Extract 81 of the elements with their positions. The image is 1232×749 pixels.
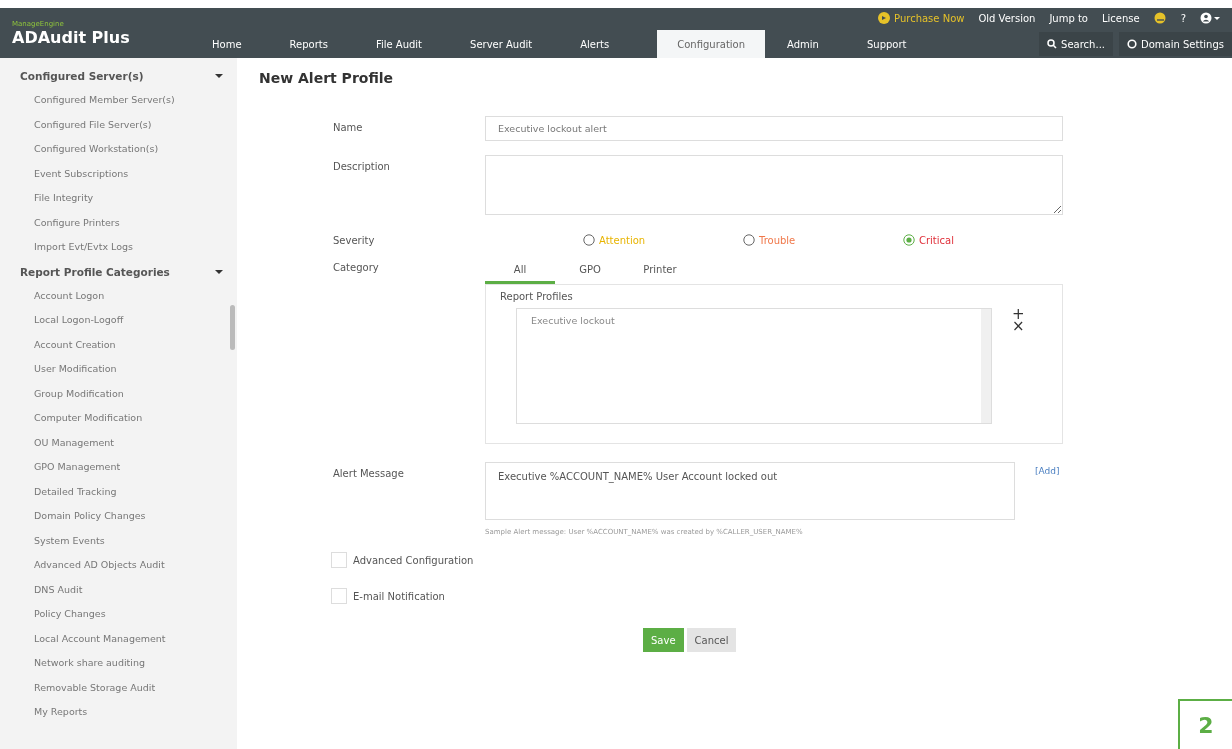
save-button[interactable]: Save [643, 628, 684, 652]
category-tab[interactable]: All [485, 256, 555, 284]
sidebar-item[interactable]: Network share auditing [0, 651, 237, 676]
sidebar-item[interactable]: Configured Workstation(s) [0, 137, 237, 162]
header-link[interactable]: License [1102, 12, 1140, 24]
sidebar-heading[interactable]: Configured Server(s) [20, 70, 144, 82]
radio-selected-icon[interactable] [903, 234, 915, 246]
add-link[interactable]: [Add] [1035, 462, 1060, 476]
category-tab[interactable]: GPO [555, 256, 625, 284]
list-item[interactable]: Executive lockout [531, 315, 615, 326]
page-title: New Alert Profile [259, 70, 395, 86]
nav-tab[interactable]: Support [866, 30, 907, 58]
sidebar-item[interactable]: My Reports [0, 700, 237, 725]
add-button[interactable]: + [1012, 308, 1025, 320]
page-number: 2 [1178, 699, 1232, 749]
purchase-link[interactable]: Purchase Now [878, 12, 965, 24]
nav-tab[interactable]: Home [212, 30, 242, 58]
category-tab[interactable]: Printer [625, 256, 695, 284]
nav-tab[interactable]: File Audit [375, 30, 423, 58]
sidebar-item[interactable]: Account Logon [0, 283, 237, 308]
checkbox-label: E-mail Notification [353, 590, 445, 602]
severity-label: Critical [919, 234, 954, 246]
sidebar-item[interactable]: Account Creation [0, 332, 237, 357]
help-link[interactable]: ? [1180, 12, 1186, 24]
nav-tab[interactable]: Alerts [580, 30, 610, 58]
sidebar-item[interactable]: Configured Member Server(s) [0, 88, 237, 113]
checkbox[interactable] [331, 552, 347, 568]
radio-icon[interactable] [583, 234, 595, 246]
sidebar-item[interactable]: GPO Management [0, 455, 237, 480]
sidebar-item[interactable]: Local Account Management [0, 626, 237, 651]
sidebar-item[interactable]: Policy Changes [0, 602, 237, 627]
sidebar-item[interactable]: Configure Printers [0, 210, 237, 235]
checkbox[interactable] [331, 588, 347, 604]
description-field[interactable] [485, 155, 1063, 215]
severity-label: Attention [599, 234, 646, 246]
sidebar-item[interactable]: File Integrity [0, 186, 237, 211]
field-label: Alert Message [333, 467, 405, 479]
scroll-handle[interactable] [230, 305, 235, 350]
nav-tab[interactable]: Admin [787, 30, 819, 58]
severity-label: Trouble [759, 234, 796, 246]
field-label: Description [333, 160, 391, 172]
cancel-button[interactable]: Cancel [686, 628, 737, 652]
sidebar-item[interactable]: Group Modification [0, 381, 237, 406]
sidebar-item[interactable]: Advanced AD Objects Audit [0, 553, 237, 578]
sidebar-item[interactable]: Computer Modification [0, 406, 237, 431]
product-name: ADAudit Plus [12, 27, 131, 47]
sidebar-item[interactable]: Event Subscriptions [0, 161, 237, 186]
nav-tab[interactable]: Server Audit [470, 30, 533, 58]
domain-settings-button[interactable]: Domain Settings [1119, 32, 1232, 56]
checkbox-label: Advanced Configuration [353, 554, 474, 566]
alert-message-field[interactable]: Executive %ACCOUNT_NAME% User Account locked out [485, 462, 1015, 520]
nav-tab[interactable]: Configuration [657, 30, 766, 58]
header-link[interactable]: Old Version [978, 12, 1036, 24]
sidebar-item[interactable]: Local Logon-Logoff [0, 308, 237, 333]
header-link[interactable]: Jump to [1049, 12, 1088, 24]
caret-icon[interactable] [215, 73, 223, 79]
sidebar-item[interactable]: OU Management [0, 430, 237, 455]
sidebar-item[interactable]: DNS Audit [0, 577, 237, 602]
report-profiles-label: Report Profiles [500, 291, 574, 302]
field-label: Severity [333, 234, 376, 246]
sidebar-item[interactable]: Domain Policy Changes [0, 504, 237, 529]
sidebar-item[interactable]: Detailed Tracking [0, 479, 237, 504]
field-label: Name [333, 121, 364, 133]
search-icon [1047, 39, 1058, 49]
sidebar-item[interactable]: System Events [0, 528, 237, 553]
scrollbar[interactable] [981, 309, 991, 423]
circle-icon [1127, 39, 1137, 49]
user-icon[interactable] [1200, 12, 1220, 24]
sidebar-item[interactable]: Removable Storage Audit [0, 675, 237, 700]
sidebar-heading[interactable]: Report Profile Categories [20, 265, 170, 278]
sidebar-item[interactable]: Import Evt/Evtx Logs [0, 235, 237, 260]
sidebar-item[interactable]: Configured File Server(s) [0, 112, 237, 137]
nav-tab[interactable]: Reports [289, 30, 328, 58]
caret-icon[interactable] [215, 268, 223, 275]
field-label: Category [333, 261, 380, 273]
remove-button[interactable]: × [1012, 320, 1025, 332]
name-field[interactable]: Executive lockout alert [485, 116, 1063, 141]
report-profiles-list[interactable]: Executive lockout [516, 308, 992, 424]
radio-icon[interactable] [743, 234, 755, 246]
search-button[interactable]: Search... [1039, 32, 1113, 56]
sidebar-item[interactable]: User Modification [0, 357, 237, 382]
